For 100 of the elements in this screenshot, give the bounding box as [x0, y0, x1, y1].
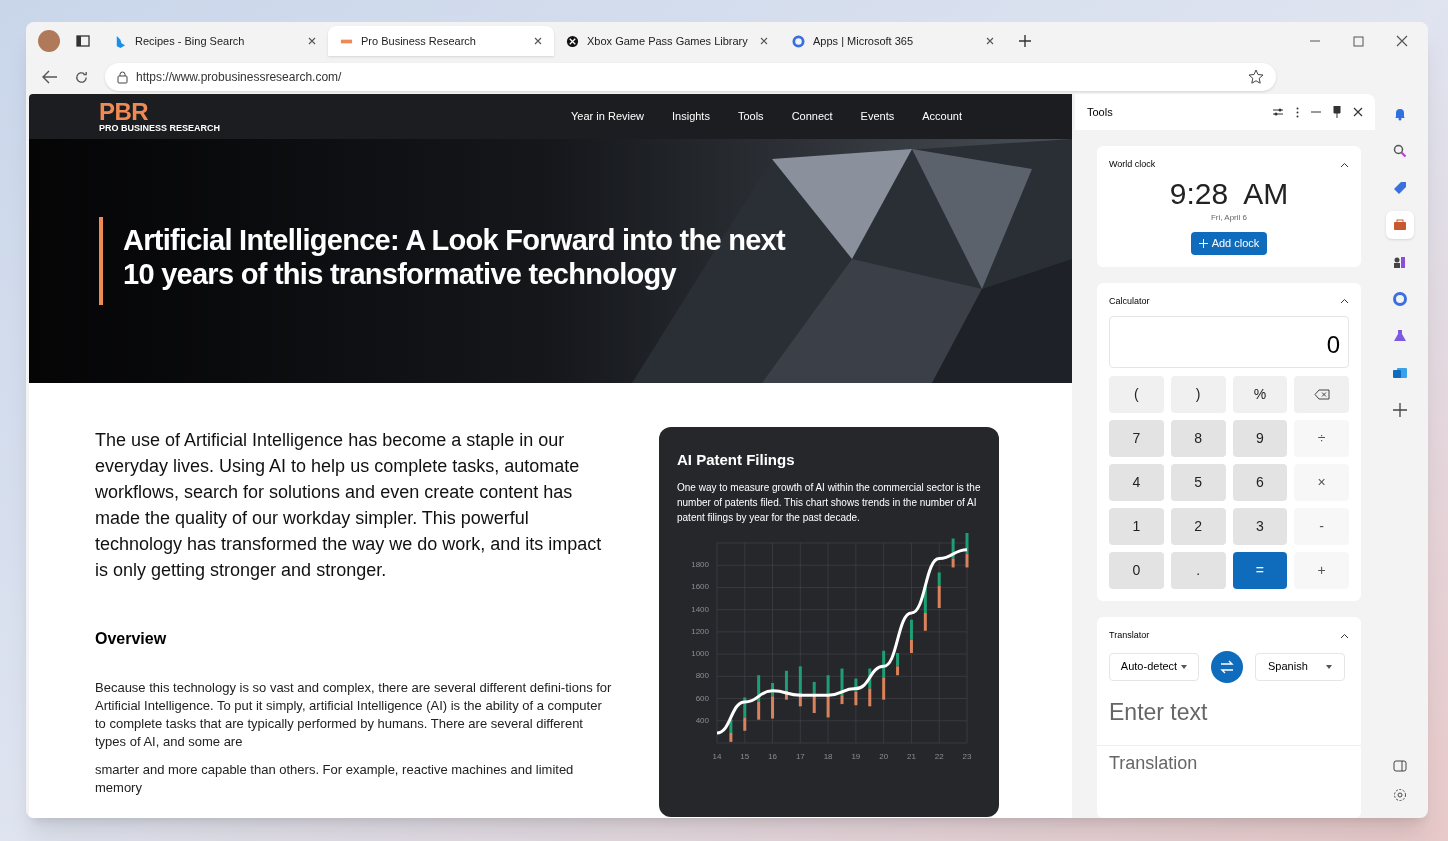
clock-time: 9:28 AM: [1169, 175, 1289, 212]
favicon-icon: [566, 34, 579, 48]
swap-icon[interactable]: [1211, 650, 1243, 683]
candlestick: [729, 719, 733, 742]
address-bar[interactable]: https://www.probusinessresearch.com/: [105, 63, 1276, 91]
nav-link[interactable]: Account: [922, 108, 962, 125]
candlestick: [923, 585, 927, 631]
y-tick-label: 1200: [691, 626, 709, 636]
favorites-icon[interactable]: [1248, 69, 1264, 85]
candlestick: [896, 652, 900, 675]
browser-tab[interactable]: Recipes - Bing Search: [102, 26, 328, 56]
close-icon[interactable]: [1353, 107, 1363, 117]
sidebar-toggle-icon[interactable]: [1393, 760, 1407, 772]
y-tick-label: 400: [695, 715, 709, 725]
candlestick: [743, 696, 747, 731]
x-tick-label: 23: [962, 751, 972, 761]
card-title: World clock: [1109, 158, 1157, 171]
candlestick: [937, 571, 941, 608]
browser-tab[interactable]: Pro Business Research: [328, 26, 554, 56]
calculator-key[interactable]: 8: [1170, 420, 1226, 457]
logo-name: PRO BUSINESS RESEARCH: [99, 124, 221, 133]
calculator-key[interactable]: ×: [1294, 464, 1349, 501]
collapse-icon[interactable]: [1340, 161, 1349, 168]
close-tab-icon[interactable]: [534, 37, 542, 45]
back-icon[interactable]: [42, 70, 58, 84]
calculator-key[interactable]: +: [1294, 552, 1349, 589]
maximize-icon[interactable]: [1353, 35, 1364, 47]
close-icon[interactable]: [1396, 35, 1408, 47]
logo-mark[interactable]: PBR: [99, 100, 221, 124]
add-clock-button[interactable]: Add clock: [1190, 231, 1268, 255]
tab-actions-icon[interactable]: [76, 34, 90, 48]
sidebar-app-button[interactable]: [1386, 211, 1414, 239]
tab-title: Xbox Game Pass Games Library: [587, 33, 749, 49]
candlestick: [840, 668, 844, 704]
profile-avatar[interactable]: [38, 30, 60, 52]
candlestick: [965, 532, 969, 567]
candlestick: [771, 682, 775, 719]
calculator-key[interactable]: -: [1294, 508, 1349, 545]
calculator-key[interactable]: 1: [1109, 508, 1164, 545]
calculator-key[interactable]: 3: [1232, 508, 1288, 545]
favicon-icon: [114, 34, 127, 48]
nav-link[interactable]: Insights: [672, 108, 710, 125]
calculator-key[interactable]: =: [1232, 552, 1288, 589]
display-value: 0: [1326, 330, 1340, 360]
chart-title: AI Patent Filings: [677, 450, 796, 470]
nav-link[interactable]: Connect: [791, 108, 833, 125]
calculator-key[interactable]: 4: [1109, 464, 1164, 501]
collapse-icon[interactable]: [1340, 298, 1349, 305]
translate-input-field[interactable]: Enter text: [1109, 694, 1349, 731]
calculator-key[interactable]: .: [1170, 552, 1226, 589]
backspace-icon: [1313, 389, 1330, 400]
settings-icon[interactable]: [1393, 788, 1407, 802]
candlestick: [868, 668, 872, 706]
calculator-key[interactable]: ): [1170, 376, 1226, 413]
x-tick-label: 18: [823, 751, 833, 761]
calculator-key[interactable]: 7: [1109, 420, 1164, 457]
close-tab-icon[interactable]: [760, 37, 768, 45]
candlestick: [798, 665, 802, 706]
nav-link[interactable]: Year in Review: [571, 108, 644, 125]
source-language-dropdown[interactable]: Auto-detect: [1109, 652, 1199, 681]
close-tab-icon[interactable]: [986, 37, 994, 45]
tools-title: Tools: [1087, 104, 1114, 120]
caret-icon: [1181, 664, 1188, 669]
close-tab-icon[interactable]: [308, 37, 316, 45]
more-options-icon[interactable]: [1296, 106, 1299, 118]
tab-title: Recipes - Bing Search: [135, 33, 246, 49]
card-title: Translator: [1109, 629, 1151, 642]
overview-heading: Overview: [95, 629, 168, 649]
calculator-key[interactable]: 0: [1109, 552, 1164, 589]
x-tick-label: 19: [851, 751, 861, 761]
nav-link[interactable]: Tools: [737, 108, 764, 125]
candlestick: [854, 678, 858, 705]
collapse-icon[interactable]: [1340, 632, 1349, 639]
add-app-icon[interactable]: [1393, 403, 1407, 417]
card-title: Calculator: [1109, 294, 1151, 308]
y-tick-label: 1400: [691, 604, 709, 614]
browser-tab[interactable]: Xbox Game Pass Games Library: [554, 26, 780, 56]
new-tab-icon[interactable]: [1018, 34, 1032, 48]
calculator-key[interactable]: 2: [1170, 508, 1226, 545]
tab-title: Apps | Microsoft 365: [813, 33, 915, 49]
calculator-key[interactable]: ÷: [1294, 420, 1349, 457]
pin-icon[interactable]: [1333, 106, 1341, 118]
chart-description: One way to measure growth of AI within the commercial sector is the number of patents filed. This chart shows trends in the number of AI patent filings by year for the past decade.: [677, 480, 981, 525]
clock-date: Fri, April 6: [1211, 211, 1247, 224]
calculator-key[interactable]: 6: [1232, 464, 1288, 501]
calculator-key[interactable]: 5: [1170, 464, 1226, 501]
target-language-dropdown[interactable]: Spanish: [1255, 652, 1345, 681]
hero-title: Artificial Intelligence: A Look Forward into the next 10 years of this transformative technology: [123, 223, 787, 292]
x-tick-label: 16: [768, 751, 777, 761]
customize-icon[interactable]: [1272, 107, 1284, 117]
browser-tab[interactable]: Apps | Microsoft 365: [780, 26, 1006, 56]
refresh-icon[interactable]: [74, 69, 89, 85]
calculator-key[interactable]: 9: [1232, 420, 1288, 457]
candlestick: [909, 619, 913, 653]
x-tick-label: 20: [879, 751, 889, 761]
calculator-key[interactable]: (: [1109, 376, 1164, 413]
search-icon: [1392, 143, 1408, 159]
calculator-key[interactable]: %: [1232, 376, 1288, 413]
nav-link[interactable]: Events: [860, 108, 895, 125]
flask-icon: [1392, 328, 1408, 344]
